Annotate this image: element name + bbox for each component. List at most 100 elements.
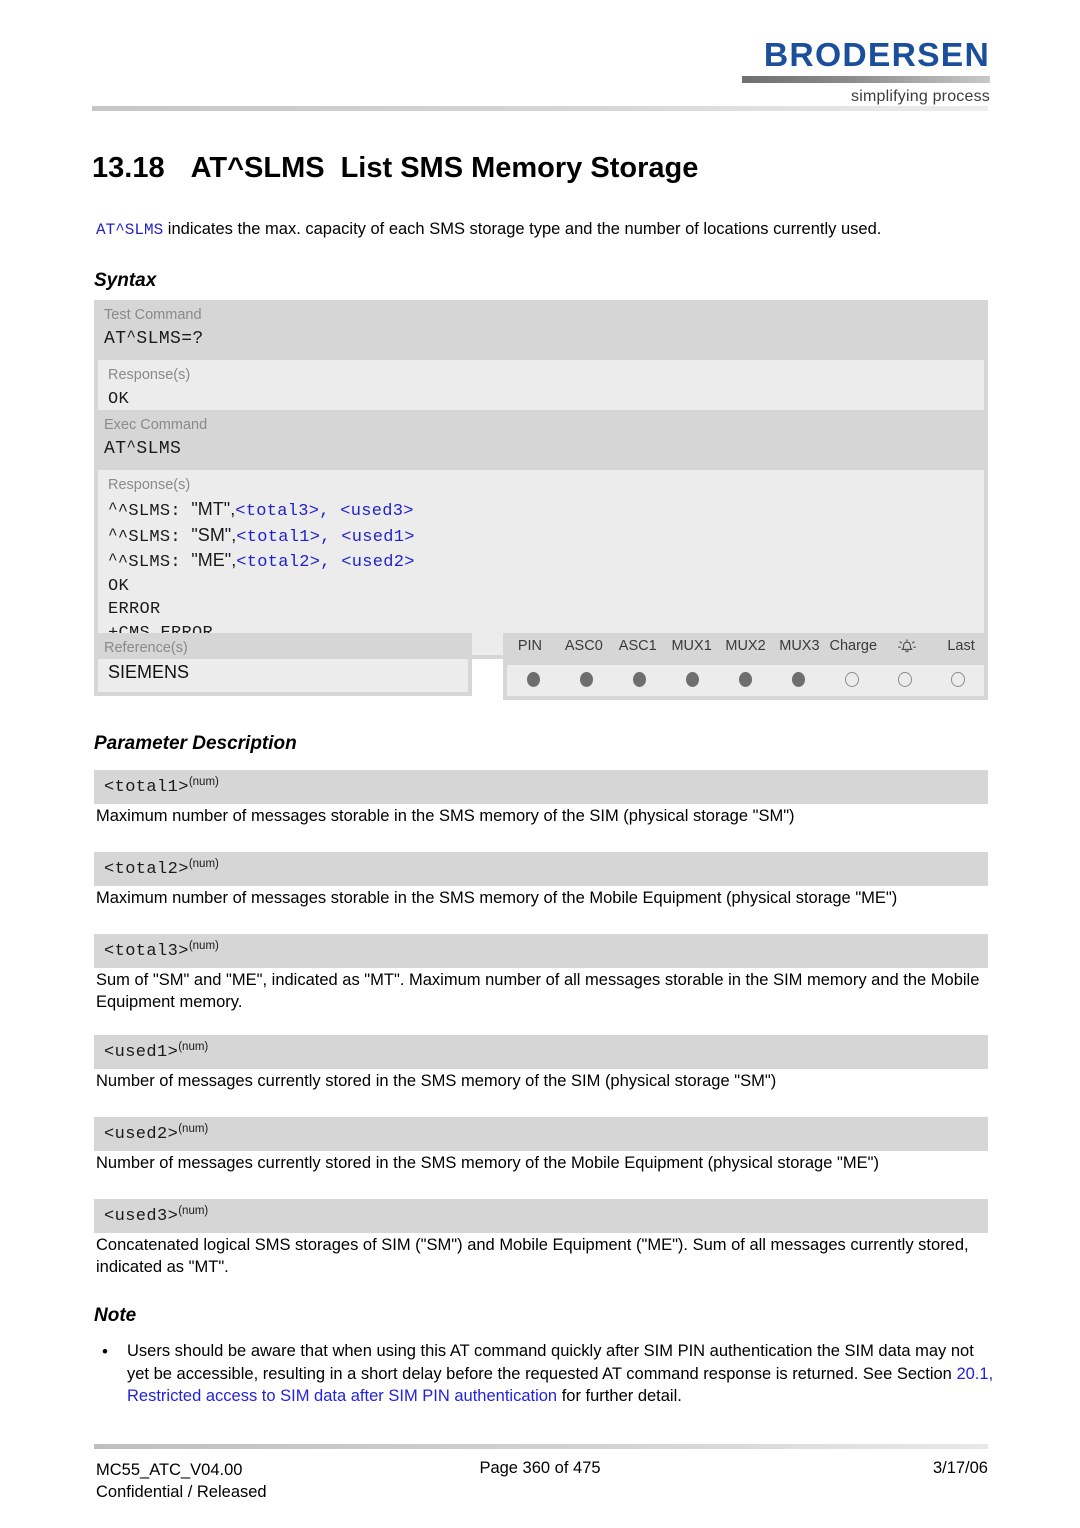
alarm-bell-icon <box>880 633 934 665</box>
capability-column-mux3: MUX3 <box>779 638 820 654</box>
section-number: 13.18 <box>92 152 165 184</box>
footer-divider <box>94 1444 988 1449</box>
note-part2: for further detail. <box>557 1387 682 1405</box>
parameter-description-total2: Maximum number of messages storable in t… <box>96 889 898 907</box>
exec-response-label: Response(s) <box>108 477 191 493</box>
response-quoted: "ME", <box>191 550 237 570</box>
parameter-name: <total2> <box>104 860 189 879</box>
response-quoted: "MT", <box>191 499 236 519</box>
section-heading-parameter-description: Parameter Description <box>94 733 297 754</box>
capability-column-charge: Charge <box>829 638 878 654</box>
open-dot-icon <box>950 672 965 687</box>
footer-page-number: Page 360 of 475 <box>479 1459 601 1477</box>
capability-column-asc1: ASC1 <box>618 638 657 654</box>
parameter-type: (num) <box>178 1041 209 1053</box>
page-title: 13.18 AT^SLMS List SMS Memory Storage <box>92 152 698 185</box>
parameter-header-total3: <total3>(num) <box>94 934 988 968</box>
parameter-header-used1: <used1>(num) <box>94 1035 988 1069</box>
response-params: <total1>, <used1> <box>236 527 415 547</box>
parameter-header-used2: <used2>(num) <box>94 1117 988 1151</box>
note-text: Users should be aware that when using th… <box>127 1340 995 1408</box>
filled-dot-icon <box>686 672 699 687</box>
reference-value: SIEMENS <box>98 659 468 692</box>
parameter-name: <total3> <box>104 942 189 961</box>
parameter-type: (num) <box>188 940 219 952</box>
capability-state-alarm <box>878 672 931 687</box>
reference-block: Reference(s) SIEMENS <box>94 633 472 696</box>
response-line: ERROR <box>108 600 161 619</box>
response-line: OK <box>108 576 130 596</box>
exec-command-block: Exec Command AT^SLMS Response(s) ^^SLMS:… <box>94 410 988 659</box>
capability-column-asc0: ASC0 <box>564 638 603 654</box>
exec-response-lines: ^^SLMS: "MT",<total3>, <used3> ^^SLMS: "… <box>98 496 984 655</box>
test-command-block: Test Command AT^SLMS=? Response(s) OK <box>94 300 988 426</box>
filled-dot-icon <box>739 672 752 687</box>
parameter-description-used3: Concatenated logical SMS storages of SIM… <box>96 1236 969 1276</box>
capability-header-row: PIN ASC0 ASC1 MUX1 MUX2 MUX3 Charge Last <box>503 633 988 665</box>
capability-column-pin: PIN <box>517 638 543 654</box>
test-command-label: Test Command <box>104 307 202 323</box>
logo-gradient-bar <box>742 76 990 83</box>
intro-rest: indicates the max. capacity of each SMS … <box>163 220 882 238</box>
note-part1: Users should be aware that when using th… <box>127 1342 974 1383</box>
intro-command: AT^SLMS <box>96 221 164 239</box>
capability-state-mux2 <box>719 672 772 687</box>
title-command: AT^SLMS <box>190 152 325 184</box>
parameter-name: <used1> <box>104 1043 179 1062</box>
capability-state-pin <box>507 672 560 687</box>
logo-wordmark: BRODERSEN <box>763 36 990 73</box>
capability-state-row <box>507 665 984 696</box>
exec-command-label: Exec Command <box>104 417 208 433</box>
exec-response-area: Response(s) ^^SLMS: "MT",<total3>, <used… <box>98 470 984 655</box>
response-prefix: ^SLMS: <box>117 502 192 521</box>
response-line: ^^SLMS: "MT",<total3>, <used3> <box>108 499 414 521</box>
response-prefix: ^SLMS: <box>117 527 192 547</box>
parameter-type: (num) <box>178 1123 209 1135</box>
response-line: ^^SLMS: "ME",<total2>, <used2> <box>108 550 415 572</box>
test-response-label: Response(s) <box>108 367 191 383</box>
parameter-type: (num) <box>188 776 219 788</box>
section-heading-note: Note <box>94 1305 137 1326</box>
parameter-name: <used3> <box>104 1207 179 1226</box>
filled-dot-icon <box>527 672 540 687</box>
capability-state-asc0 <box>560 672 613 687</box>
parameter-description-used2: Number of messages currently stored in t… <box>96 1154 879 1172</box>
filled-dot-icon <box>580 672 593 687</box>
parameter-header-used3: <used3>(num) <box>94 1199 988 1233</box>
capability-state-mux1 <box>666 672 719 687</box>
capability-column-last: Last <box>947 638 975 654</box>
test-command-text: AT^SLMS=? <box>104 328 204 349</box>
header-divider <box>92 106 988 111</box>
note-bullet: • <box>102 1342 108 1361</box>
response-line: ^^SLMS: "SM",<total1>, <used1> <box>108 524 415 547</box>
filled-dot-icon <box>633 672 646 687</box>
footer-date: 3/17/06 <box>932 1459 988 1477</box>
capability-column-mux1: MUX1 <box>671 638 712 654</box>
capability-state-mux3 <box>772 672 825 687</box>
response-quoted: "SM", <box>191 524 237 545</box>
parameter-name: <total1> <box>104 778 189 797</box>
parameter-description-used1: Number of messages currently stored in t… <box>96 1072 777 1090</box>
reference-label: Reference(s) <box>104 640 188 656</box>
capability-state-last <box>931 672 984 687</box>
parameter-header-total1: <total1>(num) <box>94 770 988 804</box>
response-params: <total3>, <used3> <box>235 502 414 521</box>
capability-table: PIN ASC0 ASC1 MUX1 MUX2 MUX3 Charge Last <box>503 633 988 700</box>
open-dot-icon <box>844 672 859 687</box>
footer-classification: Confidential / Released <box>96 1483 267 1501</box>
capability-column-mux2: MUX2 <box>725 638 766 654</box>
section-heading-syntax: Syntax <box>94 270 157 291</box>
intro-paragraph: AT^SLMS indicates the max. capacity of e… <box>96 218 996 241</box>
capability-state-charge <box>825 672 878 687</box>
response-params: <total2>, <used2> <box>236 553 415 572</box>
parameter-description-total1: Maximum number of messages storable in t… <box>96 807 795 825</box>
response-prefix: ^SLMS: <box>117 553 192 572</box>
parameter-type: (num) <box>188 858 219 870</box>
title-text: List SMS Memory Storage <box>340 152 699 184</box>
document-page: BRODERSEN simplifying process 13.18 AT^SL… <box>0 0 1080 1528</box>
parameter-type: (num) <box>178 1205 209 1217</box>
filled-dot-icon <box>792 672 805 687</box>
alarm-bell-glyph <box>896 638 918 660</box>
capability-state-asc1 <box>613 672 666 687</box>
parameter-description-total3: Sum of "SM" and "ME", indicated as "MT".… <box>96 971 980 1011</box>
